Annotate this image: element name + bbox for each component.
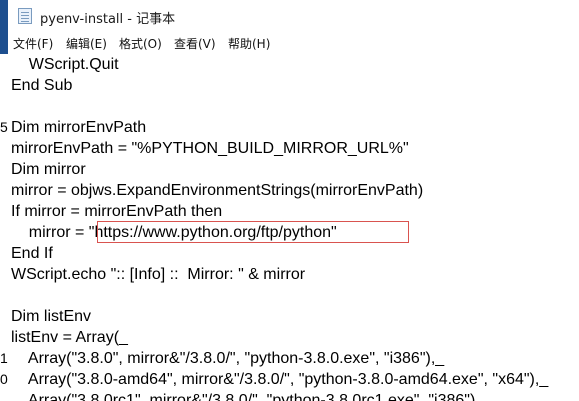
window-title: pyenv-install - 记事本 — [40, 12, 176, 27]
code-line: Array("3.8.0", mirror&"/3.8.0/", "python… — [11, 350, 445, 367]
code-line: WScript.echo ":: [Info] :: Mirror: " & m… — [11, 266, 306, 283]
menu-view[interactable]: 查看(V) — [174, 35, 216, 52]
code-line: WScript.Quit — [11, 56, 119, 73]
background-window-fragment: 5 — [0, 117, 8, 138]
code-line: mirror = objws.ExpandEnvironmentStrings(… — [11, 182, 424, 199]
code-line: Dim mirror — [11, 161, 86, 178]
code-line: End Sub — [11, 77, 73, 94]
background-window-fragment: 1 — [0, 348, 8, 369]
text-editor-area[interactable]: WScript.Quit End Sub Dim mirrorEnvPath m… — [0, 54, 579, 401]
menu-format[interactable]: 格式(O) — [119, 35, 162, 52]
window-titlebar[interactable]: pyenv-install - 记事本 — [8, 0, 579, 32]
code-line: If mirror = mirrorEnvPath then — [11, 203, 223, 220]
menu-edit[interactable]: 编辑(E) — [66, 35, 107, 52]
code-line: End If — [11, 245, 53, 262]
code-line: mirrorEnvPath = "%PYTHON_BUILD_MIRROR_UR… — [11, 140, 409, 157]
menu-help[interactable]: 帮助(H) — [228, 35, 270, 52]
menu-bar: 文件(F) 编辑(E) 格式(O) 查看(V) 帮助(H) — [8, 32, 579, 54]
code-line: Array("3.8.0-amd64", mirror&"/3.8.0/", "… — [11, 371, 549, 388]
code-line: Array("3.8.0rc1", mirror&"/3.8.0/", "pyt… — [11, 392, 489, 401]
menu-file[interactable]: 文件(F) — [13, 35, 53, 52]
code-line: Dim listEnv — [11, 308, 92, 325]
background-window-fragment: 0 — [0, 369, 8, 390]
code-line: Dim mirrorEnvPath — [11, 119, 147, 136]
notepad-icon — [18, 8, 32, 24]
mirror-url-highlight — [97, 221, 409, 243]
code-line: listEnv = Array(_ — [11, 329, 128, 346]
